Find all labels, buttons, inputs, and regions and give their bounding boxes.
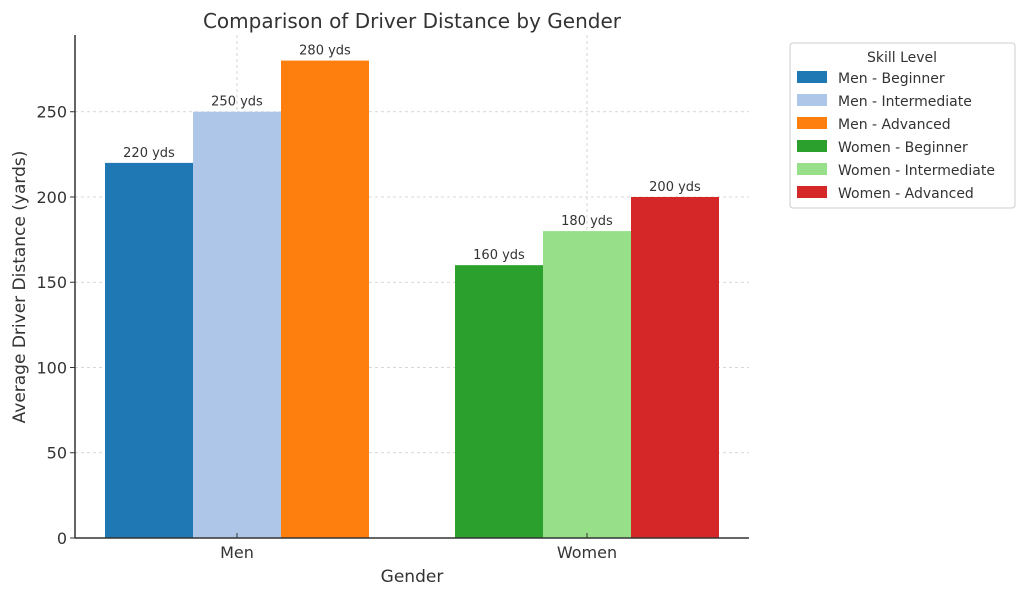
legend-swatch [797,94,827,106]
bar-value-label: 250 yds [211,95,263,110]
y-ticks: 0 50 100 150 200 250 [36,103,75,548]
legend-swatch [797,140,827,152]
y-tick-label: 50 [47,444,67,463]
legend-label: Women - Beginner [838,140,968,156]
y-tick-label: 0 [57,529,67,548]
chart-title: Comparison of Driver Distance by Gender [203,9,622,33]
bar [105,162,193,539]
legend-swatch [797,71,827,83]
y-tick-label: 100 [36,358,67,377]
bar-value-label: 160 yds [473,248,525,263]
x-tick-label: Men [220,543,254,562]
legend-label: Men - Advanced [838,117,951,133]
y-axis-label: Average Driver Distance (yards) [10,151,30,424]
y-tick-label: 200 [36,188,67,207]
y-tick-label: 250 [36,103,67,122]
bar [455,265,543,538]
bar [193,111,281,538]
bars [105,60,719,539]
y-tick-label: 150 [36,273,67,292]
bar [543,231,631,538]
legend-label: Men - Intermediate [838,94,972,110]
x-tick-label: Women [557,543,617,562]
legend: Skill Level Men - Beginner Men - Intermed… [789,42,1016,209]
legend-label: Men - Beginner [838,71,945,87]
x-axis-label: Gender [381,567,444,587]
legend-swatch [797,163,827,175]
bar-value-label: 280 yds [299,44,351,59]
bar [281,60,369,539]
bar [631,196,719,539]
bar-value-label: 220 yds [123,146,175,161]
legend-label: Women - Advanced [838,186,974,202]
legend-title: Skill Level [867,50,937,66]
bar-chart: Comparison of Driver Distance by Gender … [10,9,1016,587]
legend-swatch [797,117,827,129]
bar-value-label: 180 yds [561,214,613,229]
bar-value-label: 200 yds [649,180,701,195]
legend-label: Women - Intermediate [838,163,995,179]
legend-swatch [797,186,827,198]
